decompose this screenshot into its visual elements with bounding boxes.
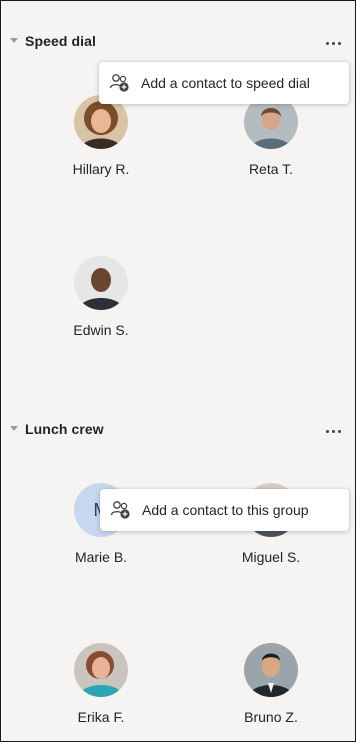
- avatar: [244, 643, 298, 697]
- contact-card-erika[interactable]: Erika F.: [31, 643, 171, 725]
- tooltip-text: Add a contact to speed dial: [141, 75, 310, 91]
- tooltip-text: Add a contact to this group: [142, 502, 309, 518]
- contact-name: Edwin S.: [73, 322, 129, 338]
- lunch-crew-header[interactable]: Lunch crew: [1, 419, 355, 443]
- speed-dial-header[interactable]: Speed dial: [1, 31, 355, 55]
- more-options-icon: [325, 41, 341, 45]
- photo-woman-teal-top-icon: [74, 643, 128, 697]
- chevron-down-icon[interactable]: [10, 38, 18, 43]
- lunch-crew-title: Lunch crew: [25, 421, 104, 437]
- contact-name: Bruno Z.: [244, 709, 298, 725]
- contact-card-reta[interactable]: Reta T.: [201, 95, 341, 177]
- avatar: [74, 643, 128, 697]
- contacts-panel: Speed dial Hillary R. Reta T. Edwin S. A…: [0, 0, 356, 742]
- photo-man-suit-icon: [244, 643, 298, 697]
- more-options-icon: [325, 429, 341, 433]
- contact-card-hillary[interactable]: Hillary R.: [31, 95, 171, 177]
- contact-name: Hillary R.: [72, 161, 130, 177]
- contact-card-bruno[interactable]: Bruno Z.: [201, 643, 341, 725]
- contact-name: Marie B.: [74, 549, 128, 565]
- speed-dial-title: Speed dial: [25, 33, 97, 49]
- contact-card-edwin[interactable]: Edwin S.: [31, 256, 171, 338]
- more-options-button[interactable]: [321, 33, 345, 53]
- add-contact-icon: [110, 501, 130, 519]
- add-to-speed-dial-tooltip[interactable]: Add a contact to speed dial: [99, 62, 349, 104]
- add-contact-icon: [109, 74, 129, 92]
- contact-name: Reta T.: [248, 161, 294, 177]
- chevron-down-icon[interactable]: [10, 426, 18, 431]
- contact-name: Miguel S.: [241, 549, 301, 565]
- contact-name: Erika F.: [77, 709, 125, 725]
- avatar: [74, 256, 128, 310]
- add-to-group-tooltip[interactable]: Add a contact to this group: [100, 489, 349, 531]
- more-options-button[interactable]: [321, 421, 345, 441]
- photo-man-smiling-icon: [74, 256, 128, 310]
